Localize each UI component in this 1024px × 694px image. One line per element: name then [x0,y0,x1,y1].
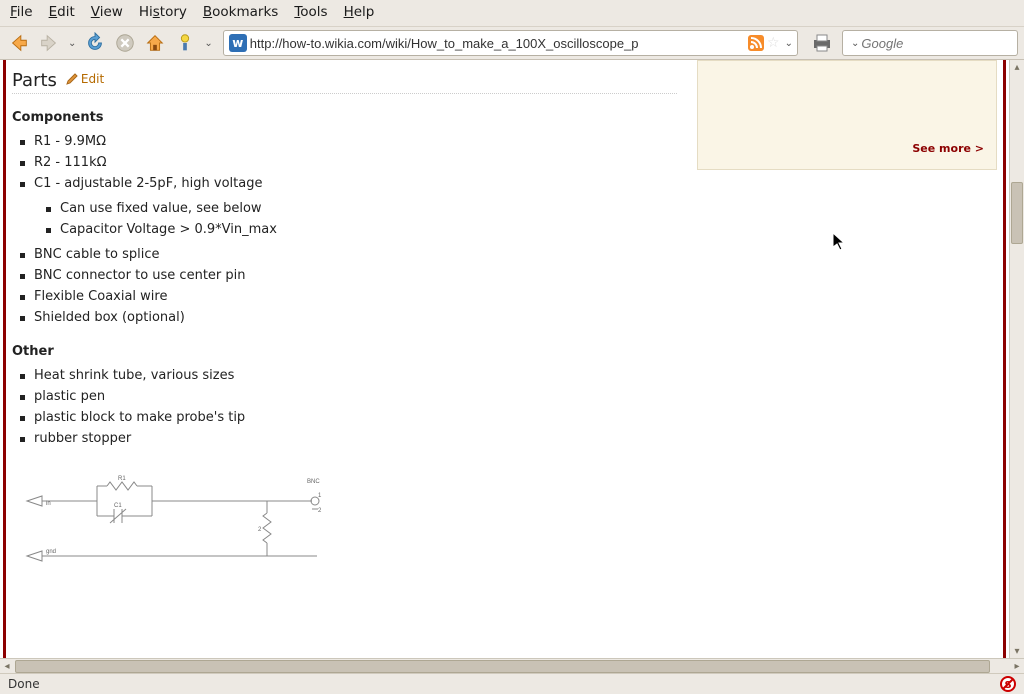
horizontal-scrollbar[interactable]: ◂ ▸ [0,658,1024,673]
bookmark-star-icon[interactable]: ☆ [767,35,780,51]
menu-file[interactable]: File [10,4,33,20]
section-heading-parts: Parts Edit [12,60,677,94]
url-bar[interactable]: w ☆ ⌄ [223,30,798,56]
list-item: Heat shrink tube, various sizes [34,365,997,386]
info-dropdown[interactable]: ⌄ [202,38,214,49]
scroll-right-arrow[interactable]: ▸ [1010,661,1024,672]
edit-section-link[interactable]: Edit [65,72,104,86]
reload-button[interactable] [82,30,108,56]
page-left-border [3,60,6,658]
svg-text:in: in [46,501,51,507]
home-button[interactable] [142,30,168,56]
svg-text:C1: C1 [114,503,122,509]
svg-text:BNC: BNC [307,479,320,485]
list-item: Shielded box (optional) [34,307,997,328]
noscript-icon[interactable]: S [1000,676,1016,692]
menubar: File Edit View History Bookmarks Tools H… [0,0,1024,27]
status-text: Done [8,677,40,691]
circuit-schematic: R1 C1 in gnd BNC 2 1 2 [22,471,997,575]
scroll-left-arrow[interactable]: ◂ [0,661,14,672]
print-button[interactable] [810,31,834,55]
list-item: BNC connector to use center pin [34,265,997,286]
other-list: Heat shrink tube, various sizes plastic … [12,365,997,449]
search-engine-dropdown[interactable]: ⌄ [849,38,861,49]
parts-title: Parts [12,70,57,91]
list-item: BNC cable to splice [34,244,997,265]
rss-icon[interactable] [748,35,764,51]
content-viewport: See more > Parts Edit Components R1 - 9.… [0,60,1009,658]
list-item: plastic pen [34,386,997,407]
list-item: C1 - adjustable 2-5pF, high voltage [34,173,997,194]
other-subheading: Other [12,344,997,359]
hscroll-track[interactable] [14,660,1010,673]
scroll-down-arrow[interactable]: ▾ [1010,644,1024,658]
scroll-up-arrow[interactable]: ▴ [1010,60,1024,74]
vertical-scrollbar[interactable]: ▴ ▾ [1009,60,1024,658]
list-item: R2 - 111kΩ [34,152,997,173]
menu-edit[interactable]: Edit [49,4,75,20]
components-sublist: Can use fixed value, see below Capacitor… [12,198,997,240]
svg-text:2: 2 [318,508,322,514]
scroll-track[interactable] [1010,74,1024,644]
back-button[interactable] [6,30,32,56]
list-item: Can use fixed value, see below [60,198,997,219]
svg-text:2: 2 [258,527,262,533]
toolbar: ⌄ ⌄ w ☆ ⌄ G ⌄ 🔍 [0,27,1024,60]
hscroll-thumb[interactable] [15,660,990,673]
search-box[interactable]: G ⌄ 🔍 [842,30,1018,56]
menu-help[interactable]: Help [344,4,375,20]
site-favicon: w [229,34,247,52]
list-item: Capacitor Voltage > 0.9*Vin_max [60,219,997,240]
menu-view[interactable]: View [91,4,123,20]
edit-label: Edit [81,72,104,86]
pencil-icon [65,72,79,86]
menu-tools[interactable]: Tools [294,4,327,20]
svg-text:1: 1 [318,493,322,499]
nav-history-dropdown[interactable]: ⌄ [66,38,78,49]
menu-bookmarks[interactable]: Bookmarks [203,4,278,20]
list-item: rubber stopper [34,428,997,449]
svg-text:gnd: gnd [46,549,56,555]
scroll-thumb[interactable] [1011,182,1023,244]
list-item: plastic block to make probe's tip [34,407,997,428]
list-item: Flexible Coaxial wire [34,286,997,307]
menu-history[interactable]: History [139,4,187,20]
info-button[interactable] [172,30,198,56]
svg-text:R1: R1 [118,476,126,482]
components-list: R1 - 9.9MΩ R2 - 111kΩ C1 - adjustable 2-… [12,131,997,194]
stop-button[interactable] [112,30,138,56]
search-input[interactable] [861,36,1024,51]
forward-button[interactable] [36,30,62,56]
url-input[interactable] [250,36,748,51]
page-right-border [1003,60,1006,658]
components-list-2: BNC cable to splice BNC connector to use… [12,244,997,328]
list-item: R1 - 9.9MΩ [34,131,997,152]
status-bar: Done S [0,673,1024,694]
url-dropdown[interactable]: ⌄ [783,38,795,49]
